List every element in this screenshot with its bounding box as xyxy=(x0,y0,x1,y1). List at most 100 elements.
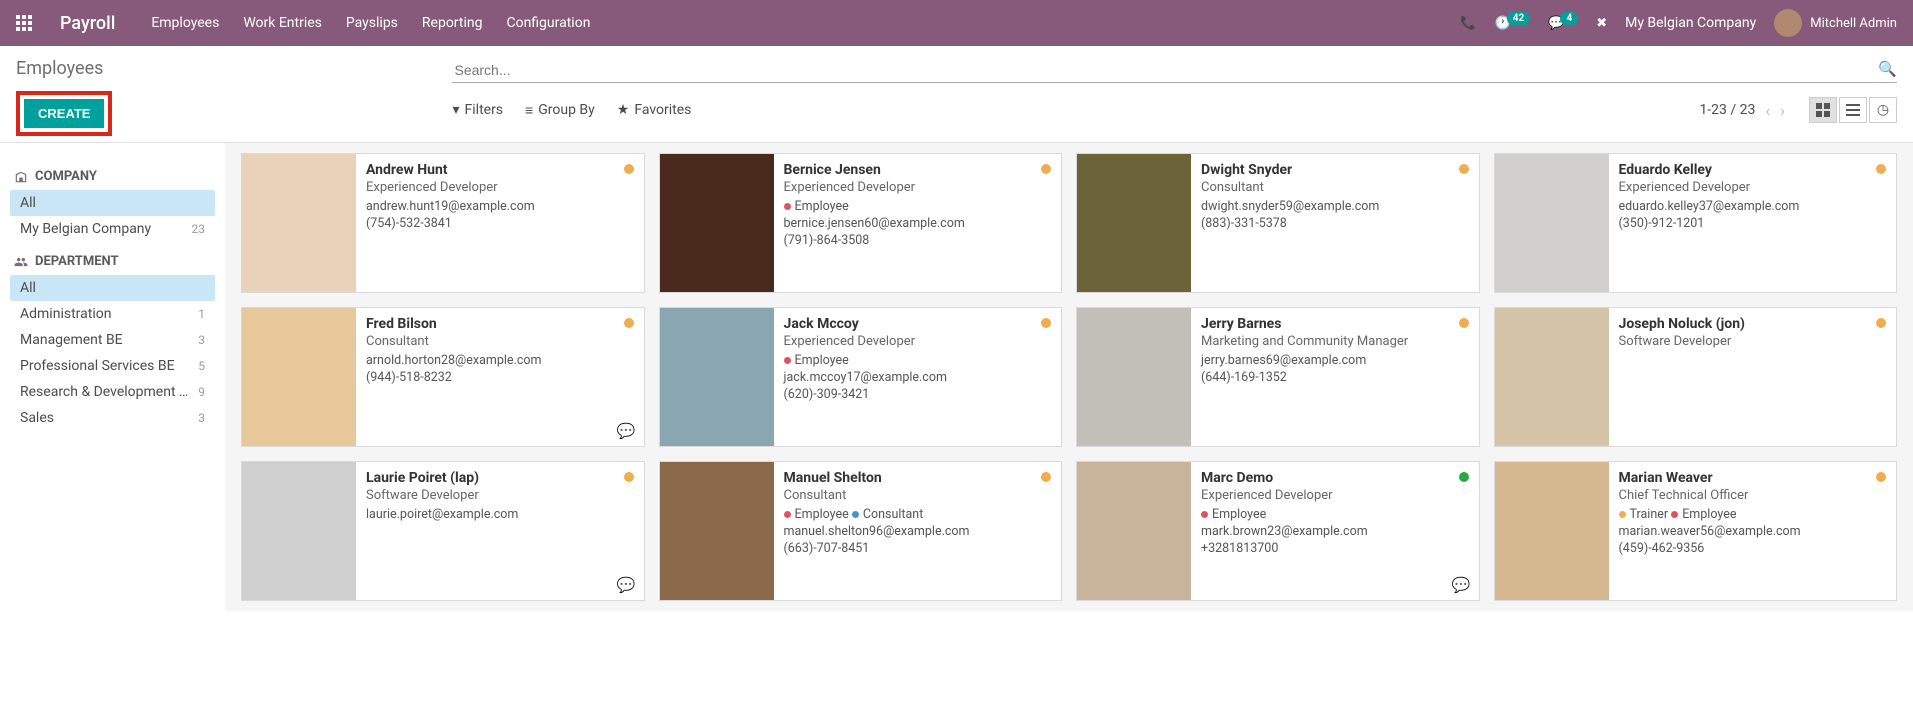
pager-next[interactable]: › xyxy=(1780,101,1785,120)
sidebar-dept-item-label: Research & Development … xyxy=(20,384,188,400)
debug-icon[interactable]: ✖ xyxy=(1596,16,1607,31)
presence-icon xyxy=(1041,472,1051,482)
view-kanban[interactable] xyxy=(1809,97,1837,123)
employee-phone: (644)-169-1352 xyxy=(1201,370,1469,385)
presence-icon xyxy=(1041,318,1051,328)
nav-work-entries[interactable]: Work Entries xyxy=(243,15,322,31)
sidebar-dept-item-label: Administration xyxy=(20,306,111,322)
main-area: COMPANY AllMy Belgian Company23 DEPARTME… xyxy=(0,142,1913,611)
sidebar-dept-item-0[interactable]: All xyxy=(10,275,215,301)
nav-reporting[interactable]: Reporting xyxy=(422,15,483,31)
employee-role: Software Developer xyxy=(1619,334,1887,349)
avatar xyxy=(1774,9,1802,37)
toolbar: ▾Filters ≡Group By ★Favorites 1-23 / 23 … xyxy=(452,97,1897,123)
employee-phone: (791)-864-3508 xyxy=(784,233,1052,248)
pager-text: 1-23 / 23 xyxy=(1699,102,1755,118)
employee-phone: (944)-518-8232 xyxy=(366,370,634,385)
employee-card[interactable]: Eduardo KelleyExperienced Developereduar… xyxy=(1494,153,1898,293)
employee-card[interactable]: Jack MccoyExperienced DeveloperEmployee … xyxy=(659,307,1063,447)
tag-dot-icon xyxy=(1671,511,1678,518)
employee-card[interactable]: Marc DemoExperienced DeveloperEmployee m… xyxy=(1076,461,1480,601)
company-selector[interactable]: My Belgian Company xyxy=(1625,15,1756,31)
chat-icon[interactable]: 💬 xyxy=(617,422,636,440)
employee-photo xyxy=(1495,154,1609,292)
employee-card[interactable]: Bernice JensenExperienced DeveloperEmplo… xyxy=(659,153,1063,293)
groupby-button[interactable]: ≡Group By xyxy=(525,102,595,119)
chat-icon[interactable]: 💬 xyxy=(1452,576,1471,594)
sidebar-dept-item-2[interactable]: Management BE3 xyxy=(10,327,215,353)
nav-configuration[interactable]: Configuration xyxy=(506,15,590,31)
presence-icon xyxy=(1876,318,1886,328)
employee-card[interactable]: Andrew HuntExperienced Developerandrew.h… xyxy=(241,153,645,293)
create-button[interactable]: CREATE xyxy=(24,99,104,128)
presence-icon xyxy=(1876,472,1886,482)
tag-label: Employee xyxy=(795,507,852,522)
employee-name: Laurie Poiret (lap) xyxy=(366,470,634,486)
tag-label: Trainer xyxy=(1630,507,1672,522)
presence-icon xyxy=(624,472,634,482)
sidebar-dept-item-3[interactable]: Professional Services BE5 xyxy=(10,353,215,379)
presence-icon xyxy=(1459,164,1469,174)
employee-name: Dwight Snyder xyxy=(1201,162,1469,178)
sidebar-dept-item-label: Management BE xyxy=(20,332,123,348)
favorites-button[interactable]: ★Favorites xyxy=(617,102,692,118)
tag-dot-icon xyxy=(852,511,859,518)
topbar: Payroll Employees Work Entries Payslips … xyxy=(0,0,1913,46)
apps-icon[interactable] xyxy=(16,15,32,31)
employee-card[interactable]: Laurie Poiret (lap) Software Developer lau… xyxy=(241,461,645,601)
employee-info: Andrew HuntExperienced Developerandrew.h… xyxy=(356,154,644,292)
nav-employees[interactable]: Employees xyxy=(151,15,219,31)
employee-email: arnold.horton28@example.com xyxy=(366,353,634,368)
sidebar-dept-item-4[interactable]: Research & Development …9 xyxy=(10,379,215,405)
kanban-grid: Andrew HuntExperienced Developerandrew.h… xyxy=(241,153,1897,601)
sidebar-company-item-1[interactable]: My Belgian Company23 xyxy=(10,216,215,242)
filter-icon: ▾ xyxy=(452,102,459,118)
employee-phone: +3281813700 xyxy=(1201,541,1469,556)
employee-name: Joseph Noluck (jon) xyxy=(1619,316,1887,332)
employee-phone: (350)-912-1201 xyxy=(1619,216,1887,231)
view-list[interactable] xyxy=(1839,97,1867,123)
search-icon[interactable]: 🔍 xyxy=(1878,60,1897,78)
employee-tags: Employee xyxy=(784,199,1052,214)
star-icon: ★ xyxy=(617,102,630,118)
view-activity[interactable]: ◷ xyxy=(1869,97,1897,123)
tag-label: Employee xyxy=(1212,507,1266,522)
employee-role: Consultant xyxy=(366,334,634,349)
phone-icon[interactable]: 📞 xyxy=(1460,16,1476,31)
sidebar-company-item-0[interactable]: All xyxy=(10,190,215,216)
employee-card[interactable]: Manuel SheltonConsultantEmployee Consult… xyxy=(659,461,1063,601)
sidebar-dept-item-count: 3 xyxy=(198,411,205,425)
nav-payslips[interactable]: Payslips xyxy=(346,15,398,31)
employee-photo xyxy=(660,462,774,600)
employee-role: Experienced Developer xyxy=(1619,180,1887,195)
sidebar-dept-item-1[interactable]: Administration1 xyxy=(10,301,215,327)
clock-badge: 42 xyxy=(1507,12,1530,25)
employee-card[interactable]: Dwight SnyderConsultantdwight.snyder59@e… xyxy=(1076,153,1480,293)
employee-name: Andrew Hunt xyxy=(366,162,634,178)
employee-tags: Employee xyxy=(784,353,1052,368)
employee-name: Jerry Barnes xyxy=(1201,316,1469,332)
employee-card[interactable]: Marian WeaverChief Technical OfficerTrai… xyxy=(1494,461,1898,601)
chat-badge: 4 xyxy=(1560,12,1578,25)
user-menu[interactable]: Mitchell Admin xyxy=(1774,9,1897,37)
presence-icon xyxy=(1459,318,1469,328)
filters-button[interactable]: ▾Filters xyxy=(452,102,503,118)
employee-photo xyxy=(1077,154,1191,292)
pager: 1-23 / 23 ‹ › ◷ xyxy=(1699,97,1897,123)
pager-prev[interactable]: ‹ xyxy=(1765,101,1770,120)
employee-card[interactable]: Fred BilsonConsultantarnold.horton28@exa… xyxy=(241,307,645,447)
employee-email: laurie.poiret@example.com xyxy=(366,507,634,522)
employee-card[interactable]: Joseph Noluck (jon) Software Developer xyxy=(1494,307,1898,447)
topbar-right: 📞 🕐42 💬4 ✖ My Belgian Company Mitchell A… xyxy=(1460,9,1897,37)
employee-phone: (754)-532-3841 xyxy=(366,216,634,231)
chat-notifications[interactable]: 💬4 xyxy=(1548,16,1578,31)
content: Andrew HuntExperienced Developerandrew.h… xyxy=(225,143,1913,611)
search-input[interactable] xyxy=(452,58,1897,83)
sidebar: COMPANY AllMy Belgian Company23 DEPARTME… xyxy=(0,143,225,611)
create-highlight: CREATE xyxy=(16,91,112,136)
sidebar-dept-item-5[interactable]: Sales3 xyxy=(10,405,215,431)
employee-role: Software Developer xyxy=(366,488,634,503)
employee-card[interactable]: Jerry BarnesMarketing and Community Mana… xyxy=(1076,307,1480,447)
chat-icon[interactable]: 💬 xyxy=(617,576,636,594)
clock-notifications[interactable]: 🕐42 xyxy=(1495,16,1531,31)
